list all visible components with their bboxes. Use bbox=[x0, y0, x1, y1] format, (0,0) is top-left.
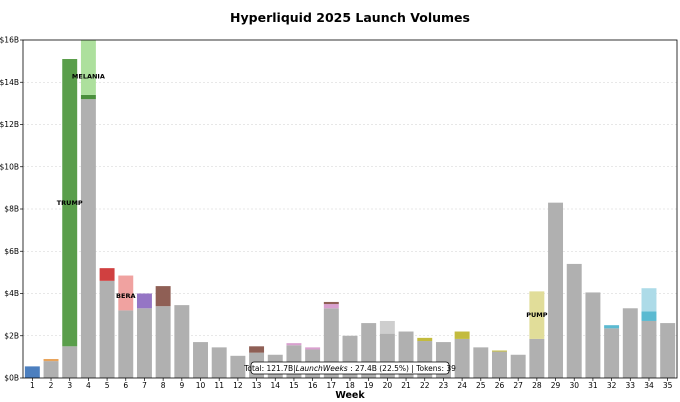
x-tick-label: 25 bbox=[476, 381, 486, 390]
bar-base-week-11 bbox=[211, 347, 227, 378]
y-tick-label: $12B bbox=[0, 120, 19, 129]
x-tick-label: 14 bbox=[270, 381, 280, 390]
x-tick-label: 21 bbox=[401, 381, 411, 390]
bar-token-week-17 bbox=[323, 301, 339, 305]
y-tick-label: $16B bbox=[0, 36, 19, 45]
x-tick-label: 24 bbox=[457, 381, 467, 390]
bar-token-week-1 bbox=[24, 366, 40, 378]
bar-token-week-8 bbox=[155, 286, 171, 307]
x-tick-label: 34 bbox=[644, 381, 654, 390]
bar-token-week-32 bbox=[604, 325, 620, 329]
y-tick-label: $0B bbox=[4, 374, 19, 383]
x-tick-label: 6 bbox=[123, 381, 128, 390]
x-tick-label: 19 bbox=[364, 381, 374, 390]
x-tick-label: 20 bbox=[383, 381, 393, 390]
bar-token-week-2 bbox=[43, 358, 59, 362]
y-tick-label: $4B bbox=[4, 289, 19, 298]
bar-base-week-9 bbox=[174, 305, 190, 378]
bar-token-week-16 bbox=[305, 347, 321, 350]
bar-token-week-20 bbox=[379, 320, 395, 334]
bar-base-week-29 bbox=[548, 202, 564, 378]
bar-token-week-34 bbox=[641, 288, 657, 312]
x-tick-label: 35 bbox=[663, 381, 673, 390]
x-tick-label: 1 bbox=[30, 381, 35, 390]
bar-token-week-17 bbox=[323, 304, 339, 309]
bar-base-week-5 bbox=[99, 280, 115, 378]
bar-base-week-7 bbox=[136, 308, 152, 378]
bar-base-week-8 bbox=[155, 306, 171, 378]
x-tick-label: 17 bbox=[327, 381, 337, 390]
bar-base-week-33 bbox=[622, 308, 638, 378]
bar-token-week-4 bbox=[80, 94, 96, 100]
chart-title: Hyperliquid 2025 Launch Volumes bbox=[230, 10, 470, 25]
bar-base-week-4 bbox=[80, 99, 96, 379]
x-tick-label: 32 bbox=[607, 381, 617, 390]
bar-base-week-24 bbox=[454, 338, 470, 378]
bar-base-week-27 bbox=[510, 354, 526, 378]
summary-box: Total: 121.7B|LaunchWeeks : 27.4B (22.5%… bbox=[243, 361, 456, 375]
bar-token-week-4 bbox=[80, 40, 96, 95]
bar-token-week-7 bbox=[136, 293, 152, 309]
x-tick-label: 7 bbox=[142, 381, 147, 390]
bar-base-week-35 bbox=[660, 323, 676, 378]
x-tick-label: 3 bbox=[67, 381, 72, 390]
x-tick-label: 26 bbox=[495, 381, 505, 390]
x-tick-label: 2 bbox=[49, 381, 54, 390]
annotation-melania: MELANIA bbox=[72, 72, 105, 80]
x-tick-label: 23 bbox=[439, 381, 449, 390]
x-tick-label: 29 bbox=[551, 381, 561, 390]
x-tick-label: 5 bbox=[105, 381, 110, 390]
bar-base-week-31 bbox=[585, 292, 601, 378]
bar-base-week-30 bbox=[566, 263, 582, 378]
bar-token-week-24 bbox=[454, 331, 470, 339]
x-tick-label: 18 bbox=[345, 381, 355, 390]
bar-base-week-34 bbox=[641, 320, 657, 378]
annotation-trump: TRUMP bbox=[57, 199, 83, 207]
x-tick-label: 9 bbox=[179, 381, 184, 390]
y-tick-label: $8B bbox=[4, 205, 19, 214]
bar-token-week-13 bbox=[249, 346, 265, 353]
bar-token-week-26 bbox=[492, 350, 507, 352]
chart: Hyperliquid 2025 Launch Volumes TRUMP MEL… bbox=[0, 10, 678, 401]
x-tick-label: 30 bbox=[569, 381, 579, 390]
x-tick-label: 16 bbox=[308, 381, 318, 390]
y-tick-label: $2B bbox=[4, 331, 19, 340]
bar-base-week-25 bbox=[473, 347, 489, 378]
x-axis: 1 2 3 4 5 6 7 8 9 10 11 12 13 14 15 16 17 18 19 20 21 22 23 24 2… bbox=[30, 378, 673, 390]
bar-base-week-6 bbox=[118, 310, 134, 378]
x-tick-label: 28 bbox=[532, 381, 542, 390]
y-axis: $0B $2B $4B $6B $8B $10B $12B $14B $16B bbox=[0, 36, 23, 383]
bar-token-week-34 bbox=[641, 311, 657, 321]
y-tick-label: $14B bbox=[0, 78, 19, 87]
x-tick-label: 33 bbox=[626, 381, 636, 390]
x-tick-label: 31 bbox=[588, 381, 598, 390]
x-tick-label: 10 bbox=[196, 381, 206, 390]
summary-text: Total: 121.7B|LaunchWeeks : 27.4B (22.5%… bbox=[243, 364, 456, 373]
x-tick-label: 8 bbox=[161, 381, 166, 390]
x-axis-label: Week bbox=[335, 390, 365, 401]
bar-token-week-22 bbox=[417, 337, 433, 342]
annotation-bera: BERA bbox=[116, 292, 135, 300]
x-tick-label: 11 bbox=[214, 381, 224, 390]
bar-base-week-26 bbox=[492, 351, 507, 378]
annotation-pump: PUMP bbox=[526, 311, 548, 319]
y-tick-label: $6B bbox=[4, 247, 19, 256]
bar-base-week-28 bbox=[529, 338, 545, 378]
x-tick-label: 22 bbox=[420, 381, 430, 390]
x-tick-label: 27 bbox=[513, 381, 523, 390]
bar-token-week-5 bbox=[99, 268, 115, 281]
bar-base-week-32 bbox=[604, 328, 620, 378]
x-tick-label: 13 bbox=[252, 381, 262, 390]
bar-token-week-15 bbox=[286, 343, 302, 346]
bars bbox=[24, 40, 676, 379]
bar-base-week-3 bbox=[62, 346, 78, 378]
y-tick-label: $10B bbox=[0, 162, 19, 171]
x-tick-label: 4 bbox=[86, 381, 91, 390]
bar-base-week-2 bbox=[43, 361, 59, 378]
x-tick-label: 12 bbox=[233, 381, 243, 390]
x-tick-label: 15 bbox=[289, 381, 299, 390]
bar-base-week-10 bbox=[193, 342, 208, 378]
